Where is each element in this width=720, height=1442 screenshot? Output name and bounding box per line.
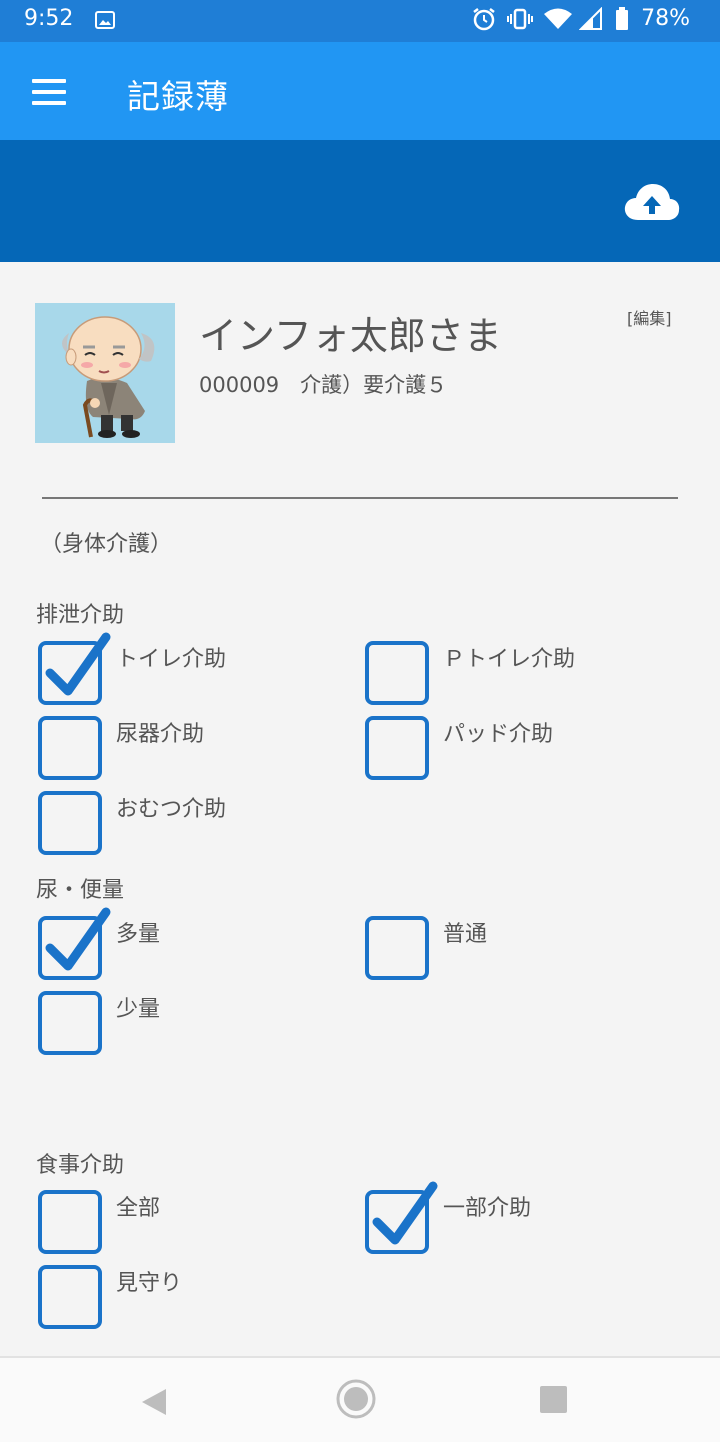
category-label: （身体介護） <box>40 532 173 557</box>
option-label: 一部介助 <box>443 1196 532 1221</box>
option-label: パッド介助 <box>443 722 554 747</box>
checkbox-checked[interactable] <box>365 1181 438 1254</box>
action-bar <box>0 140 720 262</box>
option-label: 普通 <box>443 922 488 947</box>
option-pad-assist[interactable]: パッド介助 <box>365 716 665 780</box>
system-nav-bar <box>0 1356 720 1442</box>
option-small-amount[interactable]: 少量 <box>38 991 338 1055</box>
app-bar: 記録薄 <box>0 42 720 140</box>
option-diaper-assist[interactable]: おむつ介助 <box>38 791 338 855</box>
person-name: インフォ太郎さま <box>199 314 502 358</box>
divider <box>42 497 678 499</box>
checkbox-unchecked[interactable] <box>365 716 429 780</box>
status-time: 9:52 <box>24 6 74 31</box>
person-id-care-level: 000009 介護）要介護５ <box>199 373 448 397</box>
alarm-icon <box>471 7 497 31</box>
signal-icon <box>578 6 605 31</box>
checkbox-unchecked[interactable] <box>38 1190 102 1254</box>
checkbox-unchecked[interactable] <box>365 916 429 980</box>
option-large-amount[interactable]: 多量 <box>38 907 338 980</box>
option-full-assist[interactable]: 全部 <box>38 1190 338 1254</box>
checkbox-unchecked[interactable] <box>38 791 102 855</box>
vibrate-icon <box>507 7 534 31</box>
cloud-upload-icon[interactable] <box>624 182 680 222</box>
option-label: 尿器介助 <box>116 722 205 747</box>
checkbox-unchecked[interactable] <box>365 641 429 705</box>
image-icon <box>95 11 115 29</box>
option-label: 少量 <box>116 997 161 1022</box>
battery-icon <box>615 6 631 31</box>
option-label: 全部 <box>116 1196 161 1221</box>
menu-icon[interactable] <box>32 79 66 105</box>
edit-link[interactable]: [編集] <box>627 305 672 329</box>
section-title-meal-assist: 食事介助 <box>36 1153 125 1178</box>
checkbox-unchecked[interactable] <box>38 1265 102 1329</box>
checkbox-checked[interactable] <box>38 632 111 705</box>
option-p-toilet-assist[interactable]: Ｐトイレ介助 <box>365 641 665 705</box>
option-urinal-assist[interactable]: 尿器介助 <box>38 716 338 780</box>
option-normal-amount[interactable]: 普通 <box>365 916 665 980</box>
status-bar: 9:52 78% <box>0 0 720 42</box>
section-title-output-amount: 尿・便量 <box>36 878 125 903</box>
option-label: トイレ介助 <box>116 647 227 672</box>
option-watch-over[interactable]: 見守り <box>38 1265 338 1329</box>
checkbox-checked[interactable] <box>38 907 111 980</box>
option-label: 見守り <box>116 1271 183 1296</box>
option-label: おむつ介助 <box>116 797 227 822</box>
wifi-icon <box>543 7 573 31</box>
option-label: 多量 <box>116 922 161 947</box>
option-partial-assist[interactable]: 一部介助 <box>365 1181 665 1254</box>
home-icon[interactable] <box>335 1378 377 1424</box>
battery-percent: 78% <box>641 6 690 31</box>
page-title: 記録薄 <box>127 77 229 116</box>
checkbox-unchecked[interactable] <box>38 716 102 780</box>
avatar <box>35 303 175 443</box>
recent-apps-icon[interactable] <box>540 1386 567 1413</box>
section-title-excretion: 排泄介助 <box>36 603 125 628</box>
option-label: Ｐトイレ介助 <box>443 647 576 672</box>
back-icon[interactable] <box>140 1387 168 1421</box>
option-toilet-assist[interactable]: トイレ介助 <box>38 632 338 705</box>
checkbox-unchecked[interactable] <box>38 991 102 1055</box>
